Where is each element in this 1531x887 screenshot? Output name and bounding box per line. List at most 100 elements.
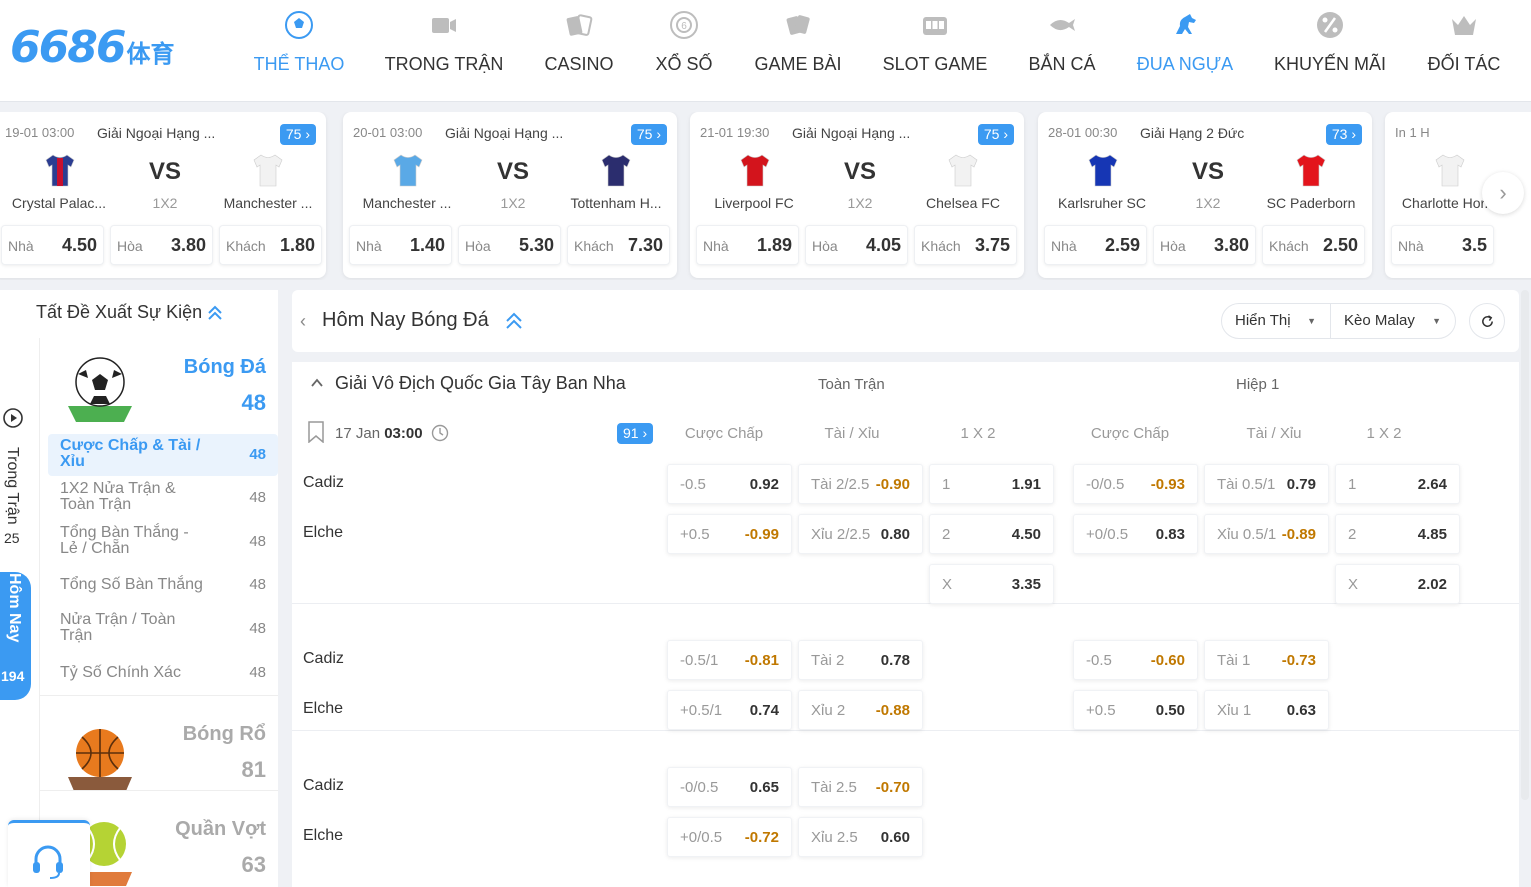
odds-button[interactable]: Khách 3.75: [914, 225, 1017, 265]
league-name: Giải Ngoại Hạng ...: [97, 125, 216, 141]
nav-item-soccer-ball[interactable]: THỂ THAO: [239, 0, 359, 100]
odds-button[interactable]: Nhà 4.50: [1, 225, 104, 265]
odds-button[interactable]: Nhà 2.59: [1044, 225, 1147, 265]
odds-cell[interactable]: 2 4.85: [1335, 514, 1460, 554]
markets-badge[interactable]: 75 ›: [279, 124, 316, 145]
market-filter-item[interactable]: Tổng Số Bàn Thắng 48: [48, 564, 278, 606]
odds-button[interactable]: Nhà 1.89: [696, 225, 799, 265]
odds-cell[interactable]: X 2.02: [1335, 564, 1460, 604]
market-filter-item[interactable]: 1X2 Nửa Trận & Toàn Trận 48: [48, 477, 278, 519]
market-filter-item[interactable]: Tổng Bàn Thắng - Lẻ / Chẵn 48: [48, 521, 278, 563]
odds-button[interactable]: Khách 1.80: [219, 225, 322, 265]
odds-cell[interactable]: -0.5 -0.60: [1073, 640, 1198, 680]
market-filter-label: 1X2 Nửa Trận & Toàn Trận: [60, 480, 176, 513]
match-card[interactable]: 20-01 03:00 Giải Ngoại Hạng ... 75 › Manche…: [343, 112, 677, 278]
cards-next-button[interactable]: ›: [1482, 172, 1524, 214]
page-scrollbar[interactable]: [1521, 290, 1529, 800]
odds-line: Tài 1: [1217, 652, 1251, 669]
home-team-name: Karlsruher SC: [1058, 195, 1146, 211]
odds-cell[interactable]: X 3.35: [929, 564, 1054, 604]
match-card[interactable]: 28-01 00:30 Giải Hạng 2 Đức 73 › Karlsruher…: [1038, 112, 1372, 278]
nav-item-card-game[interactable]: GAME BÀI: [738, 0, 858, 100]
site-logo[interactable]: 6686体育: [10, 22, 174, 73]
odds-cell[interactable]: +0.5 -0.99: [667, 514, 792, 554]
odds-value: 1.89: [756, 235, 792, 255]
display-select[interactable]: Hiển Thị ▼: [1221, 303, 1331, 339]
odds-button[interactable]: Khách 2.50: [1262, 225, 1365, 265]
nav-item-promo-percent[interactable]: KHUYẾN MÃI: [1270, 0, 1390, 100]
odds-cell[interactable]: Xỉu 1 0.63: [1204, 690, 1329, 730]
odds-cell[interactable]: +0/0.5 -0.72: [667, 817, 792, 857]
odds-cell[interactable]: Tài 1 -0.73: [1204, 640, 1329, 680]
chevron-up-icon[interactable]: [310, 376, 324, 390]
odds-cell[interactable]: -0.5/1 -0.81: [667, 640, 792, 680]
double-chevron-up-icon[interactable]: [206, 304, 224, 322]
odds-button[interactable]: Hòa 4.05: [805, 225, 908, 265]
odds-cell[interactable]: -0.5 0.92: [667, 464, 792, 504]
sport-basketball[interactable]: Bóng Rổ 81: [40, 695, 278, 795]
back-chevron-icon[interactable]: ‹: [300, 311, 306, 332]
market-filter-item[interactable]: Nửa Trận / Toàn Trận 48: [48, 608, 278, 650]
odds-price: -0.88: [875, 702, 910, 719]
odds-cell[interactable]: -0/0.5 -0.93: [1073, 464, 1198, 504]
refresh-button[interactable]: [1469, 303, 1505, 339]
odds-cell[interactable]: Xỉu 0.5/1 -0.89: [1204, 514, 1329, 554]
odds-cell[interactable]: +0.5/1 0.74: [667, 690, 792, 730]
market-filter-label: Tỷ Số Chính Xác: [60, 664, 181, 681]
odds-cell[interactable]: Xỉu 2 -0.88: [798, 690, 923, 730]
odds-line: +0.5: [1086, 702, 1116, 719]
odds-cell[interactable]: 2 4.50: [929, 514, 1054, 554]
odds-cell[interactable]: Tài 0.5/1 0.79: [1204, 464, 1329, 504]
team-name: Cadiz: [303, 777, 344, 794]
odds-value: 5.30: [518, 235, 554, 255]
league-name[interactable]: Giải Vô Địch Quốc Gia Tây Ban Nha: [335, 373, 626, 394]
market-filter-item[interactable]: Tỷ Số Chính Xác 48: [48, 652, 278, 694]
markets-badge[interactable]: 75 ›: [630, 124, 667, 145]
odds-cell[interactable]: Tài 2.5 -0.70: [798, 767, 923, 807]
nav-item-horse[interactable]: ĐUA NGỰA: [1125, 0, 1245, 100]
sport-football[interactable]: Bóng Đá 48: [40, 338, 278, 428]
market-label: 1X2: [500, 195, 526, 211]
odds-cell[interactable]: -0/0.5 0.65: [667, 767, 792, 807]
odds-cell[interactable]: Xỉu 2/2.5 0.80: [798, 514, 923, 554]
customer-support-button[interactable]: [8, 820, 90, 887]
odds-button[interactable]: Nhà 3.5: [1391, 225, 1494, 265]
odds-value: 2.50: [1322, 235, 1358, 255]
market-filter-item[interactable]: Cược Chấp & Tài / Xỉu 48: [48, 434, 278, 476]
nav-item-live-video[interactable]: TRONG TRẬN: [384, 0, 504, 100]
nav-item-fish[interactable]: BẮN CÁ: [1002, 0, 1122, 100]
odds-cell[interactable]: 1 1.91: [929, 464, 1054, 504]
odds-button[interactable]: Hòa 3.80: [1153, 225, 1256, 265]
odds-cell[interactable]: Tài 2/2.5 -0.90: [798, 464, 923, 504]
match-card[interactable]: 19-01 03:00 Giải Ngoại Hạng ... 75 › Crysta…: [0, 112, 326, 278]
double-chevron-up-icon[interactable]: [504, 311, 524, 331]
match-card[interactable]: 21-01 19:30 Giải Ngoại Hạng ... 75 › Liverp…: [690, 112, 1024, 278]
odds-button[interactable]: Khách 7.30: [567, 225, 670, 265]
away-team-name: Manchester ...: [223, 195, 313, 211]
markets-badge[interactable]: 75 ›: [977, 124, 1014, 145]
odds-cell[interactable]: +0.5 0.50: [1073, 690, 1198, 730]
match-date: 17 Jan: [335, 425, 381, 442]
odds-button[interactable]: Hòa 3.80: [110, 225, 213, 265]
match-time: 28-01 00:30: [1048, 125, 1118, 140]
odds-type-select[interactable]: Kèo Malay ▼: [1330, 303, 1456, 339]
live-tab-label[interactable]: Trong Trận: [3, 447, 21, 525]
odds-line: +0.5: [680, 526, 710, 543]
nav-item-playing-cards[interactable]: CASINO: [519, 0, 639, 100]
odds-button[interactable]: Nhà 1.40: [349, 225, 452, 265]
odds-cell[interactable]: 1 2.64: [1335, 464, 1460, 504]
odds-cell[interactable]: Xỉu 2.5 0.60: [798, 817, 923, 857]
markets-badge[interactable]: 73 ›: [1325, 124, 1362, 145]
odds-cell[interactable]: Tài 2 0.78: [798, 640, 923, 680]
bookmark-icon[interactable]: [306, 421, 326, 443]
nav-item-crown[interactable]: ĐỐI TÁC: [1404, 0, 1524, 100]
nav-item-lottery-ball[interactable]: 6 XỔ SỐ: [624, 0, 744, 100]
today-tab-label[interactable]: Hôm Nay: [5, 573, 23, 661]
odds-button[interactable]: Hòa 5.30: [458, 225, 561, 265]
sidebar-title: Tất Đề Xuất Sự Kiện: [36, 302, 203, 322]
nav-item-slot-machine[interactable]: SLOT GAME: [875, 0, 995, 100]
odds-price: -0.99: [744, 526, 779, 543]
odds-cell[interactable]: +0/0.5 0.83: [1073, 514, 1198, 554]
odds-line: 1: [942, 476, 951, 493]
more-markets-badge[interactable]: 91 ›: [617, 423, 654, 444]
